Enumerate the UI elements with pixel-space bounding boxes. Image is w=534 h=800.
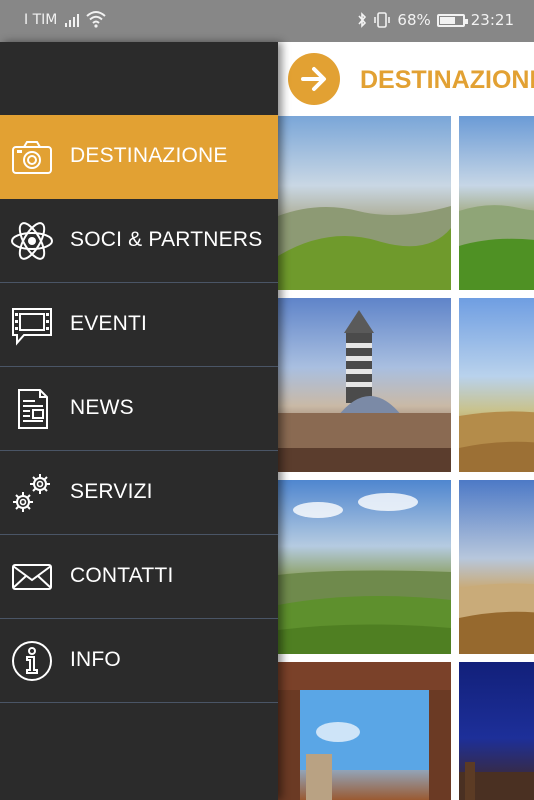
menu-item-destinazione[interactable]: DESTINAZIONE	[0, 115, 278, 199]
gallery-tile[interactable]	[278, 662, 451, 800]
battery-fill	[439, 16, 455, 24]
page-title: DESTINAZIONE	[360, 66, 534, 94]
hills-image	[459, 205, 534, 290]
navigation-drawer: DESTINAZIONE SOCI & PARTNERS EVENTI NEWS…	[0, 42, 278, 800]
cathedral-image	[278, 310, 451, 472]
vibrate-icon	[374, 12, 391, 28]
atom-icon	[11, 222, 53, 260]
gears-icon	[13, 474, 50, 512]
menu-item-label: CONTATTI	[70, 564, 174, 587]
camera-icon	[12, 141, 52, 174]
gallery-tile[interactable]	[459, 480, 534, 654]
menu-item-label: SOCI & PARTNERS	[70, 228, 263, 251]
wifi-icon	[86, 11, 106, 28]
drawer-menu: DESTINAZIONE SOCI & PARTNERS EVENTI NEWS…	[0, 115, 278, 703]
gallery-tile[interactable]	[459, 662, 534, 800]
menu-item-eventi[interactable]: EVENTI	[0, 283, 278, 367]
sunset-fields-image	[459, 583, 534, 654]
courtyard-image	[278, 662, 451, 800]
header-arrow-button[interactable]	[288, 53, 340, 105]
gallery-tile[interactable]	[278, 480, 451, 654]
gallery-tile[interactable]	[278, 298, 451, 472]
menu-item-servizi[interactable]: SERVIZI	[0, 451, 278, 535]
film-chat-icon	[12, 308, 52, 346]
menu-item-label: NEWS	[70, 396, 134, 419]
menu-item-label: INFO	[70, 648, 121, 671]
menu-item-soci-partners[interactable]: SOCI & PARTNERS	[0, 199, 278, 283]
menu-item-label: DESTINAZIONE	[70, 144, 228, 167]
night-image	[459, 762, 534, 800]
main-content: DESTINAZIONE	[278, 42, 534, 800]
gallery-tile[interactable]	[278, 116, 451, 290]
carrier-label: I TIM	[24, 12, 58, 28]
gallery-tile[interactable]	[459, 298, 534, 472]
battery-percent: 68%	[397, 11, 431, 29]
battery-icon	[436, 13, 468, 27]
menu-item-label: EVENTI	[70, 312, 148, 335]
menu-item-news[interactable]: NEWS	[0, 367, 278, 451]
signal-icon	[65, 14, 79, 27]
menu-item-contatti[interactable]: CONTATTI	[0, 535, 278, 619]
newspaper-icon	[18, 389, 48, 429]
clock: 23:21	[470, 11, 514, 29]
hills-image	[278, 206, 451, 290]
bluetooth-icon	[358, 12, 367, 28]
fields-image	[459, 411, 534, 472]
menu-item-info[interactable]: INFO	[0, 619, 278, 703]
green-hills-image	[278, 493, 451, 654]
envelope-icon	[12, 564, 52, 590]
arrow-right-icon	[301, 67, 326, 91]
app-screen: I TIM 68% 23:21 DESTINAZIONE DESTINAZION…	[0, 0, 534, 800]
status-bar: I TIM 68% 23:21	[0, 0, 534, 42]
top-bar: DESTINAZIONE	[278, 42, 534, 116]
menu-item-label: SERVIZI	[70, 480, 153, 503]
status-right: 68% 23:21	[357, 11, 514, 29]
info-icon	[12, 641, 52, 681]
gallery-tile[interactable]	[459, 116, 534, 290]
